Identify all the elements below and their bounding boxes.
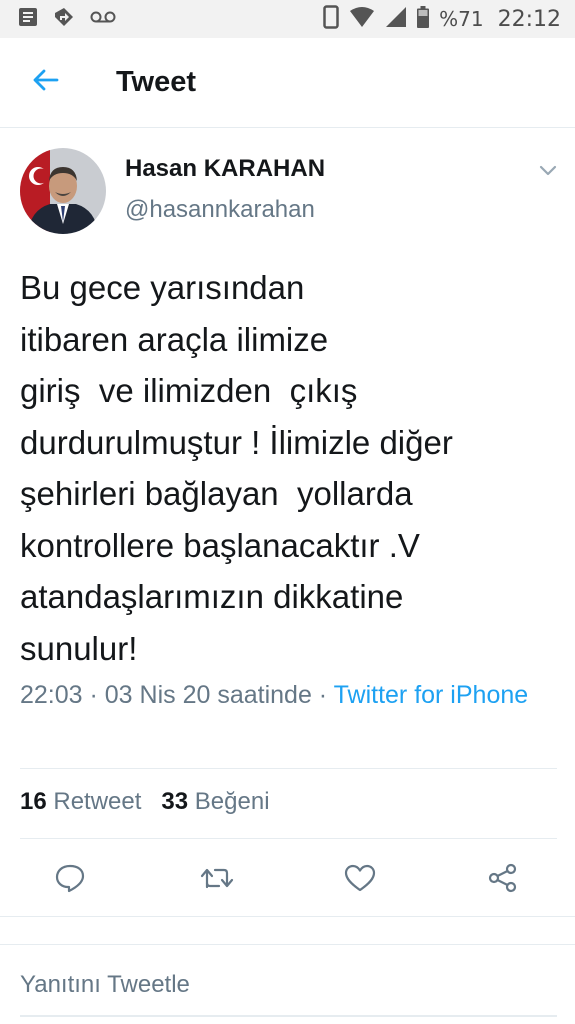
status-bar-left (18, 5, 116, 34)
likes-count: 33 (161, 788, 189, 815)
tweet-text-line: Bu gece yarısından (20, 269, 305, 306)
reply-icon (54, 863, 86, 898)
tweet-text-line: giriş ve ilimizden çıkış (20, 372, 358, 409)
status-bar-right: %71 22:12 (323, 4, 561, 34)
clock: 22:12 (497, 6, 561, 32)
divider (20, 768, 557, 769)
likes-label: Beğeni (194, 788, 270, 815)
top-app-bar: Tweet (0, 38, 575, 128)
tweet-text-line: şehirleri bağlayan yollarda (20, 475, 413, 512)
heart-icon (344, 864, 376, 897)
divider (0, 916, 575, 917)
tweet-options-button[interactable] (534, 160, 562, 184)
divider (20, 838, 557, 839)
tweet-text-line: kontrollere başlanacaktır .V (20, 526, 420, 564)
likes-stat[interactable]: 33 Beğeni (161, 788, 269, 816)
voicemail-icon (90, 10, 116, 29)
author-handle[interactable]: @hasannkarahan (125, 196, 315, 224)
battery-icon (417, 5, 430, 33)
tweet-metadata: 22:03 · 03 Nis 20 saatinde · Twitter for… (20, 677, 560, 714)
phone-vibrate-icon (323, 4, 339, 34)
location-off-icon (52, 5, 76, 34)
like-button[interactable] (335, 855, 385, 905)
retweet-button[interactable] (192, 855, 242, 905)
status-bar: %71 22:12 (0, 0, 575, 38)
tweet-text-line: sunulur! (20, 629, 138, 667)
retweets-stat[interactable]: 16 Retweet (20, 788, 141, 816)
reply-placeholder: Yanıtını Tweetle (20, 971, 190, 998)
author-name[interactable]: Hasan KARAHAN (125, 155, 325, 183)
wifi-icon (349, 6, 375, 33)
chevron-down-icon (539, 163, 557, 181)
retweet-icon (200, 865, 234, 896)
divider (0, 944, 575, 945)
author-avatar[interactable] (20, 148, 106, 234)
share-button[interactable] (478, 855, 528, 905)
page-title: Tweet (116, 66, 197, 98)
tweet-actions (0, 855, 575, 905)
back-button[interactable] (0, 38, 90, 128)
share-icon (487, 863, 519, 898)
tweet-timestamp: 22:03 · 03 Nis 20 saatinde · (20, 681, 334, 709)
back-arrow-icon (31, 68, 59, 97)
reply-input[interactable]: Yanıtını Tweetle (20, 955, 557, 1017)
tweet-source-link[interactable]: Twitter for iPhone (334, 681, 529, 709)
tweet-text-line: itibaren araçla ilimize (20, 320, 329, 358)
tweet-text-line: atandaşlarımızın dikkatine (20, 578, 404, 615)
retweets-label: Retweet (53, 788, 142, 815)
reply-button[interactable] (45, 855, 95, 905)
battery-percent: %71 (439, 7, 484, 31)
tweet-text-line: durdurulmuştur ! İlimizle diğer (20, 423, 453, 461)
retweets-count: 16 (20, 788, 47, 815)
engagement-stats: 16 Retweet 33 Beğeni (20, 788, 270, 816)
signal-icon (385, 6, 407, 33)
notes-icon (18, 7, 38, 32)
tweet-text: Bu gece yarısından itibaren araçla ilimi… (20, 262, 565, 674)
